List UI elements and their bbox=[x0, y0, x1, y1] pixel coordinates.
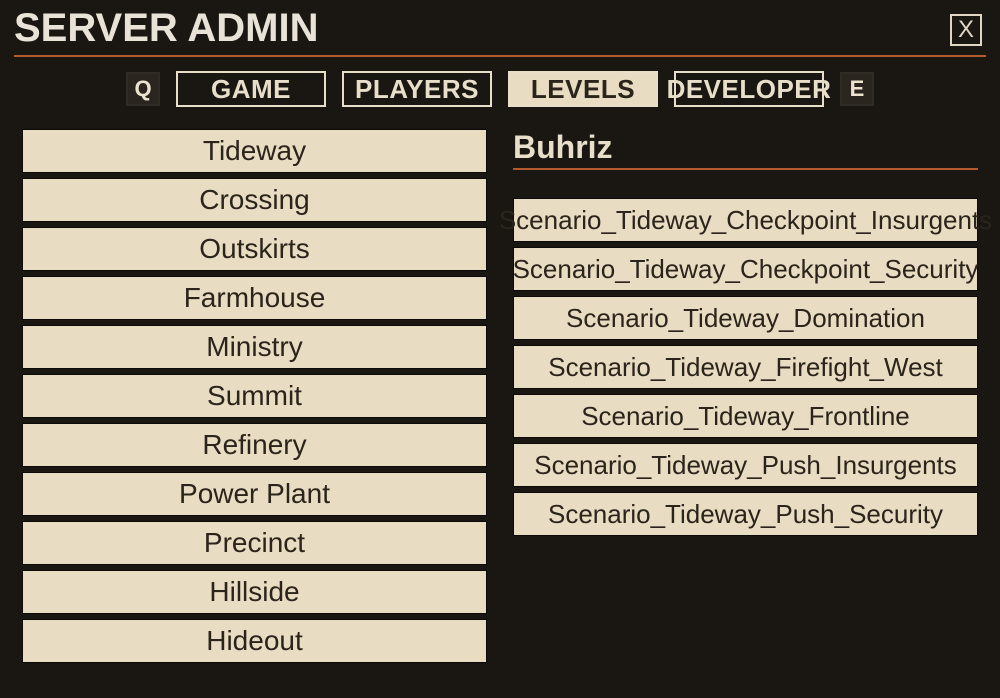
level-button[interactable]: Summit bbox=[22, 374, 487, 418]
level-label: Hillside bbox=[209, 576, 299, 608]
level-label: Hideout bbox=[206, 625, 303, 657]
level-button[interactable]: Hillside bbox=[22, 570, 487, 614]
tab-label: LEVELS bbox=[531, 74, 635, 105]
level-label: Tideway bbox=[203, 135, 306, 167]
content-columns: Tideway Crossing Outskirts Farmhouse Ministr… bbox=[14, 129, 986, 663]
scenario-label: Scenario_Tideway_Push_Insurgents bbox=[534, 450, 957, 481]
scenario-column: Buhriz Scenario_Tideway_Checkpoint_Insur… bbox=[513, 129, 978, 663]
level-button[interactable]: Ministry bbox=[22, 325, 487, 369]
level-button[interactable]: Outskirts bbox=[22, 227, 487, 271]
tab-game[interactable]: GAME bbox=[176, 71, 326, 107]
close-icon: X bbox=[958, 16, 974, 44]
title-divider bbox=[14, 55, 986, 57]
scenario-label: Scenario_Tideway_Firefight_West bbox=[548, 352, 943, 383]
level-list: Tideway Crossing Outskirts Farmhouse Ministr… bbox=[22, 129, 487, 663]
detail-divider bbox=[513, 168, 978, 170]
level-label: Power Plant bbox=[179, 478, 330, 510]
level-button[interactable]: Hideout bbox=[22, 619, 487, 663]
tab-row: Q GAME PLAYERS LEVELS DEVELOPER E bbox=[14, 71, 986, 107]
scenario-button[interactable]: Scenario_Tideway_Frontline bbox=[513, 394, 978, 438]
tab-players[interactable]: PLAYERS bbox=[342, 71, 492, 107]
scenario-button[interactable]: Scenario_Tideway_Firefight_West bbox=[513, 345, 978, 389]
prev-tab-keyhint: Q bbox=[126, 72, 160, 106]
scenario-button[interactable]: Scenario_Tideway_Checkpoint_Insurgents bbox=[513, 198, 978, 242]
level-label: Precinct bbox=[204, 527, 305, 559]
scenario-button[interactable]: Scenario_Tideway_Checkpoint_Security bbox=[513, 247, 978, 291]
next-tab-keyhint: E bbox=[840, 72, 874, 106]
scenario-button[interactable]: Scenario_Tideway_Domination bbox=[513, 296, 978, 340]
scenario-label: Scenario_Tideway_Push_Security bbox=[548, 499, 943, 530]
level-label: Outskirts bbox=[199, 233, 309, 265]
scenario-label: Scenario_Tideway_Frontline bbox=[581, 401, 910, 432]
level-detail-title: Buhriz bbox=[513, 129, 978, 168]
level-label: Farmhouse bbox=[184, 282, 326, 314]
level-button[interactable]: Crossing bbox=[22, 178, 487, 222]
close-button[interactable]: X bbox=[950, 14, 982, 46]
level-column: Tideway Crossing Outskirts Farmhouse Ministr… bbox=[22, 129, 487, 663]
scenario-label: Scenario_Tideway_Checkpoint_Insurgents bbox=[499, 205, 992, 236]
level-button[interactable]: Power Plant bbox=[22, 472, 487, 516]
tab-label: PLAYERS bbox=[355, 74, 479, 105]
tab-label: GAME bbox=[211, 74, 291, 105]
tab-label: DEVELOPER bbox=[667, 74, 832, 105]
level-label: Summit bbox=[207, 380, 302, 412]
level-label: Ministry bbox=[206, 331, 302, 363]
page-title: SERVER ADMIN bbox=[14, 0, 986, 55]
level-button[interactable]: Precinct bbox=[22, 521, 487, 565]
server-admin-panel: SERVER ADMIN X Q GAME PLAYERS LEVELS DEVELO… bbox=[0, 0, 1000, 698]
level-label: Crossing bbox=[199, 184, 309, 216]
level-button[interactable]: Farmhouse bbox=[22, 276, 487, 320]
level-button[interactable]: Tideway bbox=[22, 129, 487, 173]
scenario-list: Scenario_Tideway_Checkpoint_Insurgents Sc… bbox=[513, 198, 978, 536]
scenario-label: Scenario_Tideway_Checkpoint_Security bbox=[513, 254, 979, 285]
tabs: GAME PLAYERS LEVELS DEVELOPER bbox=[176, 71, 824, 107]
level-button[interactable]: Refinery bbox=[22, 423, 487, 467]
level-label: Refinery bbox=[202, 429, 306, 461]
scenario-button[interactable]: Scenario_Tideway_Push_Insurgents bbox=[513, 443, 978, 487]
tab-developer[interactable]: DEVELOPER bbox=[674, 71, 824, 107]
tab-levels[interactable]: LEVELS bbox=[508, 71, 658, 107]
scenario-label: Scenario_Tideway_Domination bbox=[566, 303, 925, 334]
scenario-button[interactable]: Scenario_Tideway_Push_Security bbox=[513, 492, 978, 536]
